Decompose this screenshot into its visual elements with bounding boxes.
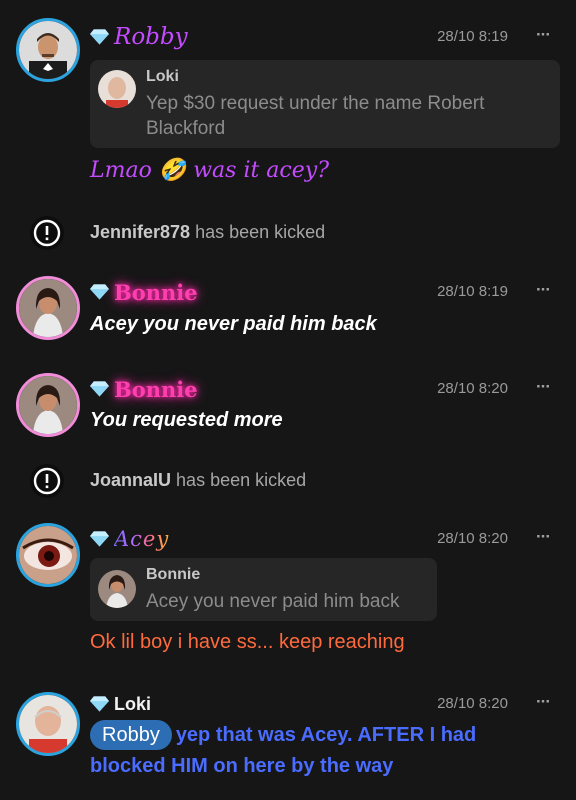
avatar-robby[interactable] <box>16 18 80 82</box>
avatar-acey-image <box>19 526 77 584</box>
timestamp: 28/10 8:20 <box>437 695 508 712</box>
reply-avatar-loki <box>98 70 136 108</box>
author-name[interactable]: Bonnie <box>114 377 198 402</box>
reply-author: Loki <box>146 68 179 85</box>
more-options-icon[interactable]: ··· <box>536 526 551 552</box>
avatar-acey[interactable] <box>16 523 80 587</box>
reply-text: Yep $30 request under the name Robert Bl… <box>146 93 485 139</box>
timestamp: 28/10 8:19 <box>437 283 508 300</box>
system-message-kick: Jennifer878 has been kicked <box>0 214 576 250</box>
message-text: Lmao 🤣 was it acey? <box>90 158 329 183</box>
avatar-bonnie[interactable] <box>16 276 80 340</box>
more-options-icon[interactable]: ··· <box>536 24 551 50</box>
system-message-kick: JoannaIU has been kicked <box>0 462 576 498</box>
message-acey: Acey 28/10 8:20 ··· Bonnie Acey you neve… <box>0 522 576 662</box>
kicked-user[interactable]: JoannaIU <box>90 470 171 490</box>
message-bonnie-1: Bonnie 28/10 8:19 ··· Acey you never pai… <box>0 275 576 345</box>
reply-author: Bonnie <box>146 566 201 583</box>
diamond-gem-icon <box>90 696 109 712</box>
reply-text: Acey you never paid him back <box>146 591 400 612</box>
message-bonnie-2: Bonnie 28/10 8:20 ··· You requested more <box>0 372 576 442</box>
more-options-icon[interactable]: ··· <box>536 279 551 305</box>
message-text: Robby yep that was Acey. AFTER I had bloc… <box>90 720 476 782</box>
kicked-user[interactable]: Jennifer878 <box>90 222 190 242</box>
timestamp: 28/10 8:19 <box>437 28 508 45</box>
avatar-robby-image <box>19 21 77 79</box>
message-robby-1: Robby 28/10 8:19 ··· Loki Yep $30 reques… <box>0 0 576 200</box>
diamond-gem-icon <box>90 284 109 300</box>
avatar-bonnie[interactable] <box>16 373 80 437</box>
more-options-icon[interactable]: ··· <box>536 691 551 717</box>
reply-preview[interactable]: Bonnie Acey you never paid him back <box>90 558 437 621</box>
timestamp: 28/10 8:20 <box>437 530 508 547</box>
exclamation-circle-icon <box>30 464 64 498</box>
diamond-gem-icon <box>90 381 109 397</box>
exclamation-circle-icon <box>30 216 64 250</box>
kick-action: has been kicked <box>176 470 307 490</box>
avatar-bonnie-image <box>19 279 77 337</box>
avatar-loki-image <box>19 695 77 753</box>
avatar-loki[interactable] <box>16 692 80 756</box>
diamond-gem-icon <box>90 29 109 45</box>
author-name[interactable]: Bonnie <box>114 280 198 305</box>
message-text: Acey you never paid him back <box>90 313 377 335</box>
reply-avatar-bonnie <box>98 570 136 608</box>
message-loki: Loki 28/10 8:20 ··· Robby yep that was Ac… <box>0 688 576 798</box>
timestamp: 28/10 8:20 <box>437 380 508 397</box>
avatar-bonnie-image <box>19 376 77 434</box>
author-name[interactable]: Acey <box>114 527 169 551</box>
more-options-icon[interactable]: ··· <box>536 376 551 402</box>
reply-preview[interactable]: Loki Yep $30 request under the name Robe… <box>90 60 560 148</box>
author-name[interactable]: Robby <box>114 24 188 50</box>
diamond-gem-icon <box>90 531 109 547</box>
message-text: You requested more <box>90 409 283 431</box>
kick-action: has been kicked <box>195 222 326 242</box>
message-text: Ok lil boy i have ss... keep reaching <box>90 631 405 653</box>
user-mention[interactable]: Robby <box>90 720 172 750</box>
author-name[interactable]: Loki <box>114 694 151 715</box>
